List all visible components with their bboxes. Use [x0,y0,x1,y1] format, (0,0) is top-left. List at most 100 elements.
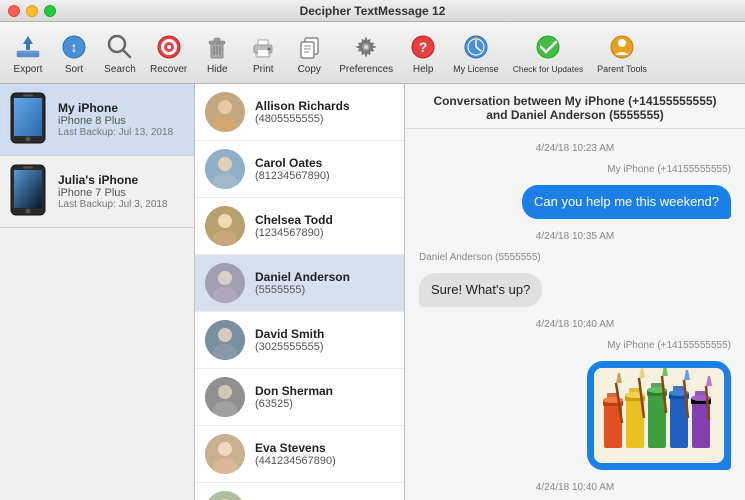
recover-icon [153,31,185,63]
recover-label: Recover [150,64,187,75]
toolbar: Export ↕ Sort Search [0,22,745,84]
messages-header: Conversation between My iPhone (+1415555… [405,84,745,129]
search-label: Search [104,64,136,75]
msg2-sender-label: Daniel Anderson (5555555) [419,252,731,263]
contact-name-david: David Smith [255,327,394,341]
avatar-jennifer [205,491,245,500]
contact-phone-chelsea: (1234567890) [255,227,394,239]
print-label: Print [253,64,274,75]
device-item-my-iphone[interactable]: My iPhone iPhone 8 Plus Last Backup: Jul… [0,84,194,156]
search-icon [104,31,136,63]
svg-text:?: ? [419,39,428,55]
contact-name-daniel: Daniel Anderson [255,270,394,284]
msg3-timestamp: 4/24/18 10:40 AM [419,319,731,330]
search-button[interactable]: Search [98,27,142,79]
contact-phone-carol: (81234567890) [255,170,394,182]
parent-tools-button[interactable]: Parent Tools [591,27,653,78]
export-button[interactable]: Export [6,27,50,79]
avatar-chelsea [205,206,245,246]
minimize-button[interactable] [26,5,38,17]
device-icon-my-iphone [10,92,50,147]
contact-info-david: David Smith (3025555555) [255,327,394,353]
msg2-bubble: Sure! What's up? [419,273,542,307]
help-button[interactable]: ? Help [401,27,445,79]
copy-icon [293,31,325,63]
main-content: My iPhone iPhone 8 Plus Last Backup: Jul… [0,84,745,500]
contact-phone-daniel: (5555555) [255,284,394,296]
contacts-panel: Allison Richards (4805555555) Carol Oate… [195,84,405,500]
contact-don[interactable]: Don Sherman (63525) [195,369,404,426]
device-backup-my-iphone: Last Backup: Jul 13, 2018 [58,127,184,138]
msg1-bubble: Can you help me this weekend? [522,185,731,219]
avatar-don [205,377,245,417]
contact-info-chelsea: Chelsea Todd (1234567890) [255,213,394,239]
avatar-allison [205,92,245,132]
device-icon-julias-iphone [10,164,50,219]
contact-david[interactable]: David Smith (3025555555) [195,312,404,369]
device-info-julias-iphone: Julia's iPhone iPhone 7 Plus Last Backup… [58,173,184,210]
msg2-timestamp: 4/24/18 10:35 AM [419,231,731,242]
recover-button[interactable]: Recover [144,27,193,79]
hide-label: Hide [207,64,228,75]
hide-button[interactable]: Hide [195,27,239,79]
contact-daniel[interactable]: Daniel Anderson (5555555) [195,255,404,312]
parent-tools-label: Parent Tools [597,64,647,74]
messages-header-line2: and Daniel Anderson (5555555) [421,108,729,122]
contact-chelsea[interactable]: Chelsea Todd (1234567890) [195,198,404,255]
avatar-carol [205,149,245,189]
contact-name-chelsea: Chelsea Todd [255,213,394,227]
contact-phone-david: (3025555555) [255,341,394,353]
msg1-sender-label: My iPhone (+14155555555) [419,164,731,175]
parent-tools-icon [606,31,638,63]
msg3-row [419,361,731,470]
devices-panel: My iPhone iPhone 8 Plus Last Backup: Jul… [0,84,195,500]
device-model-julias-iphone: iPhone 7 Plus [58,187,184,199]
close-button[interactable] [8,5,20,17]
contact-name-eva: Eva Stevens [255,441,394,455]
messages-panel: Conversation between My iPhone (+1415555… [405,84,745,500]
contact-info-don: Don Sherman (63525) [255,384,394,410]
msg4-timestamp: 4/24/18 10:40 AM [419,482,731,493]
msg3-bubble-image [587,361,731,470]
updates-label: Check for Updates [513,64,583,74]
license-button[interactable]: My License [447,27,505,78]
export-icon [12,31,44,63]
device-item-julias-iphone[interactable]: Julia's iPhone iPhone 7 Plus Last Backup… [0,156,194,228]
traffic-lights [8,5,56,17]
msg1-row: Can you help me this weekend? [419,185,731,219]
app-title: Decipher TextMessage 12 [300,4,446,18]
help-icon: ? [407,31,439,63]
license-label: My License [453,64,499,74]
paint-cans-image [594,368,724,463]
device-model-my-iphone: iPhone 8 Plus [58,115,184,127]
updates-button[interactable]: Check for Updates [507,27,589,78]
print-button[interactable]: Print [241,27,285,79]
contact-name-allison: Allison Richards [255,99,394,113]
contact-jennifer[interactable]: Jennifer Plate (2135555555) [195,483,404,500]
print-icon [247,31,279,63]
contact-allison[interactable]: Allison Richards (4805555555) [195,84,404,141]
license-icon [460,31,492,63]
device-info-my-iphone: My iPhone iPhone 8 Plus Last Backup: Jul… [58,101,184,138]
maximize-button[interactable] [44,5,56,17]
device-backup-julias-iphone: Last Backup: Jul 3, 2018 [58,199,184,210]
sort-icon: ↕ [58,31,90,63]
contact-name-carol: Carol Oates [255,156,394,170]
contact-carol[interactable]: Carol Oates (81234567890) [195,141,404,198]
sort-button[interactable]: ↕ Sort [52,27,96,79]
contact-phone-eva: (441234567890) [255,455,394,467]
messages-body: 4/24/18 10:23 AM My iPhone (+14155555555… [405,129,745,500]
preferences-button[interactable]: Preferences [333,27,399,79]
sort-label: Sort [65,64,83,75]
contact-info-allison: Allison Richards (4805555555) [255,99,394,125]
device-name-my-iphone: My iPhone [58,101,184,115]
messages-header-line1: Conversation between My iPhone (+1415555… [421,94,729,108]
contact-eva[interactable]: Eva Stevens (441234567890) [195,426,404,483]
device-name-julias-iphone: Julia's iPhone [58,173,184,187]
msg2-row: Sure! What's up? [419,273,731,307]
contact-phone-allison: (4805555555) [255,113,394,125]
copy-button[interactable]: Copy [287,27,331,79]
contact-info-carol: Carol Oates (81234567890) [255,156,394,182]
avatar-daniel [205,263,245,303]
svg-text:↕: ↕ [71,39,78,55]
